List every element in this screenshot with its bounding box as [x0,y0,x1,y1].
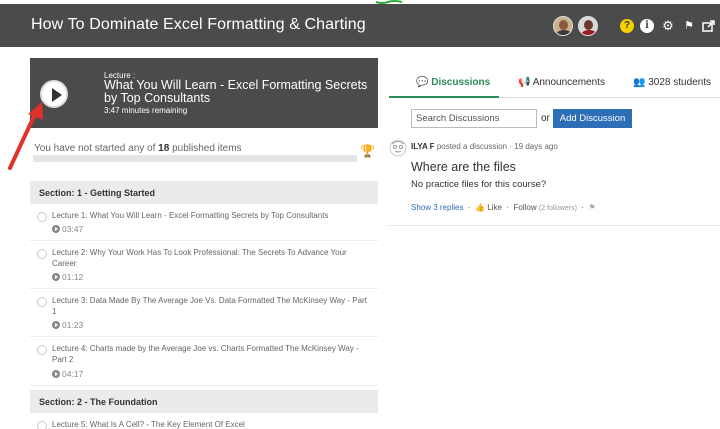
info-icon[interactable]: i [640,19,654,33]
lecture-item-title[interactable]: Lecture 5: What Is A Cell? - The Key Ele… [52,419,372,429]
play-circle-icon [52,273,60,281]
help-icon[interactable]: ? [620,19,634,33]
discussion-body: No practice files for this course? [411,179,547,190]
completion-circle-icon[interactable] [37,249,47,259]
show-replies-link[interactable]: Show 3 replies [411,203,463,212]
tab-students[interactable]: 👥 3028 students [633,77,711,88]
thumbs-up-icon: 👍 [475,203,486,212]
curriculum-list: Section: 1 - Getting Started Lecture 1: … [30,181,378,429]
current-lecture-panel: Lecture : What You Will Learn - Excel Fo… [30,58,378,128]
progress-text: You have not started any of 18 published… [34,143,242,154]
search-discussions-input[interactable] [411,109,537,128]
flag-icon[interactable]: ⚑ [682,19,696,33]
discussion-divider [389,225,720,226]
gear-icon[interactable]: ⚙ [661,19,675,33]
trophy-icon: 🏆 [360,144,375,158]
share-icon[interactable] [702,19,716,33]
completion-circle-icon[interactable] [37,212,47,222]
tab-discussions[interactable]: 💬 Discussions [416,77,490,88]
discussion-meta: ILYA F posted a discussion · 19 days ago [411,142,558,151]
progress-bar [33,155,357,162]
instructor-avatar-2[interactable] [578,16,598,36]
section-header[interactable]: Section: 2 - The Foundation [30,390,378,413]
curriculum-lecture-item[interactable]: Lecture 4: Charts made by the Average Jo… [30,337,378,386]
discussion-tabs: 💬 Discussions 📢 Announcements 👥 3028 stu… [389,66,720,98]
lecture-duration: 03:47 [52,224,83,234]
comments-icon: 💬 [416,77,429,88]
curriculum-lecture-item[interactable]: Lecture 2: Why Your Work Has To Look Pro… [30,241,378,289]
curriculum-lecture-item[interactable]: Lecture 3: Data Made By The Average Joe … [30,289,378,337]
completion-circle-icon[interactable] [37,297,47,307]
course-title: How To Dominate Excel Formatting & Chart… [31,16,366,33]
follow-button[interactable]: Follow (2 followers) [514,203,577,212]
like-button[interactable]: 👍 Like [475,203,502,212]
discussion-title[interactable]: Where are the files [411,160,516,174]
report-flag-icon[interactable]: ⚑ [589,203,596,212]
course-header: How To Dominate Excel Formatting & Chart… [0,4,720,47]
lecture-duration: 04:17 [52,369,83,379]
user-avatar-icon [389,139,407,157]
play-circle-icon [52,225,60,233]
discussion-author[interactable]: ILYA F [411,142,435,151]
lecture-item-title[interactable]: Lecture 3: Data Made By The Average Joe … [52,295,372,317]
or-label: or [541,113,550,124]
completion-circle-icon[interactable] [37,345,47,355]
lecture-duration: 01:12 [52,272,83,282]
lecture-item-title[interactable]: Lecture 4: Charts made by the Average Jo… [52,343,372,365]
time-remaining: 3:47 minutes remaining [104,106,188,115]
annotation-arrow [8,102,43,170]
lecture-title[interactable]: What You Will Learn - Excel Formatting S… [104,79,374,105]
lecture-item-title[interactable]: Lecture 2: Why Your Work Has To Look Pro… [52,247,372,269]
section-header[interactable]: Section: 1 - Getting Started [30,181,378,204]
play-circle-icon [52,321,60,329]
instructor-avatar-1[interactable] [553,16,573,36]
lecture-item-title[interactable]: Lecture 1: What You Will Learn - Excel F… [52,210,372,221]
megaphone-icon: 📢 [518,77,531,88]
curriculum-lecture-item[interactable]: Lecture 5: What Is A Cell? - The Key Ele… [30,413,378,429]
add-discussion-button[interactable]: Add Discussion [553,109,632,128]
tab-announcements[interactable]: 📢 Announcements [518,77,605,88]
lecture-duration: 01:23 [52,320,83,330]
users-icon: 👥 [633,77,646,88]
curriculum-lecture-item[interactable]: Lecture 1: What You Will Learn - Excel F… [30,204,378,241]
completion-circle-icon[interactable] [37,421,47,429]
discussion-actions: Show 3 replies · 👍 Like · Follow (2 foll… [411,203,596,212]
play-circle-icon [52,370,60,378]
active-tab-underline [389,96,499,98]
